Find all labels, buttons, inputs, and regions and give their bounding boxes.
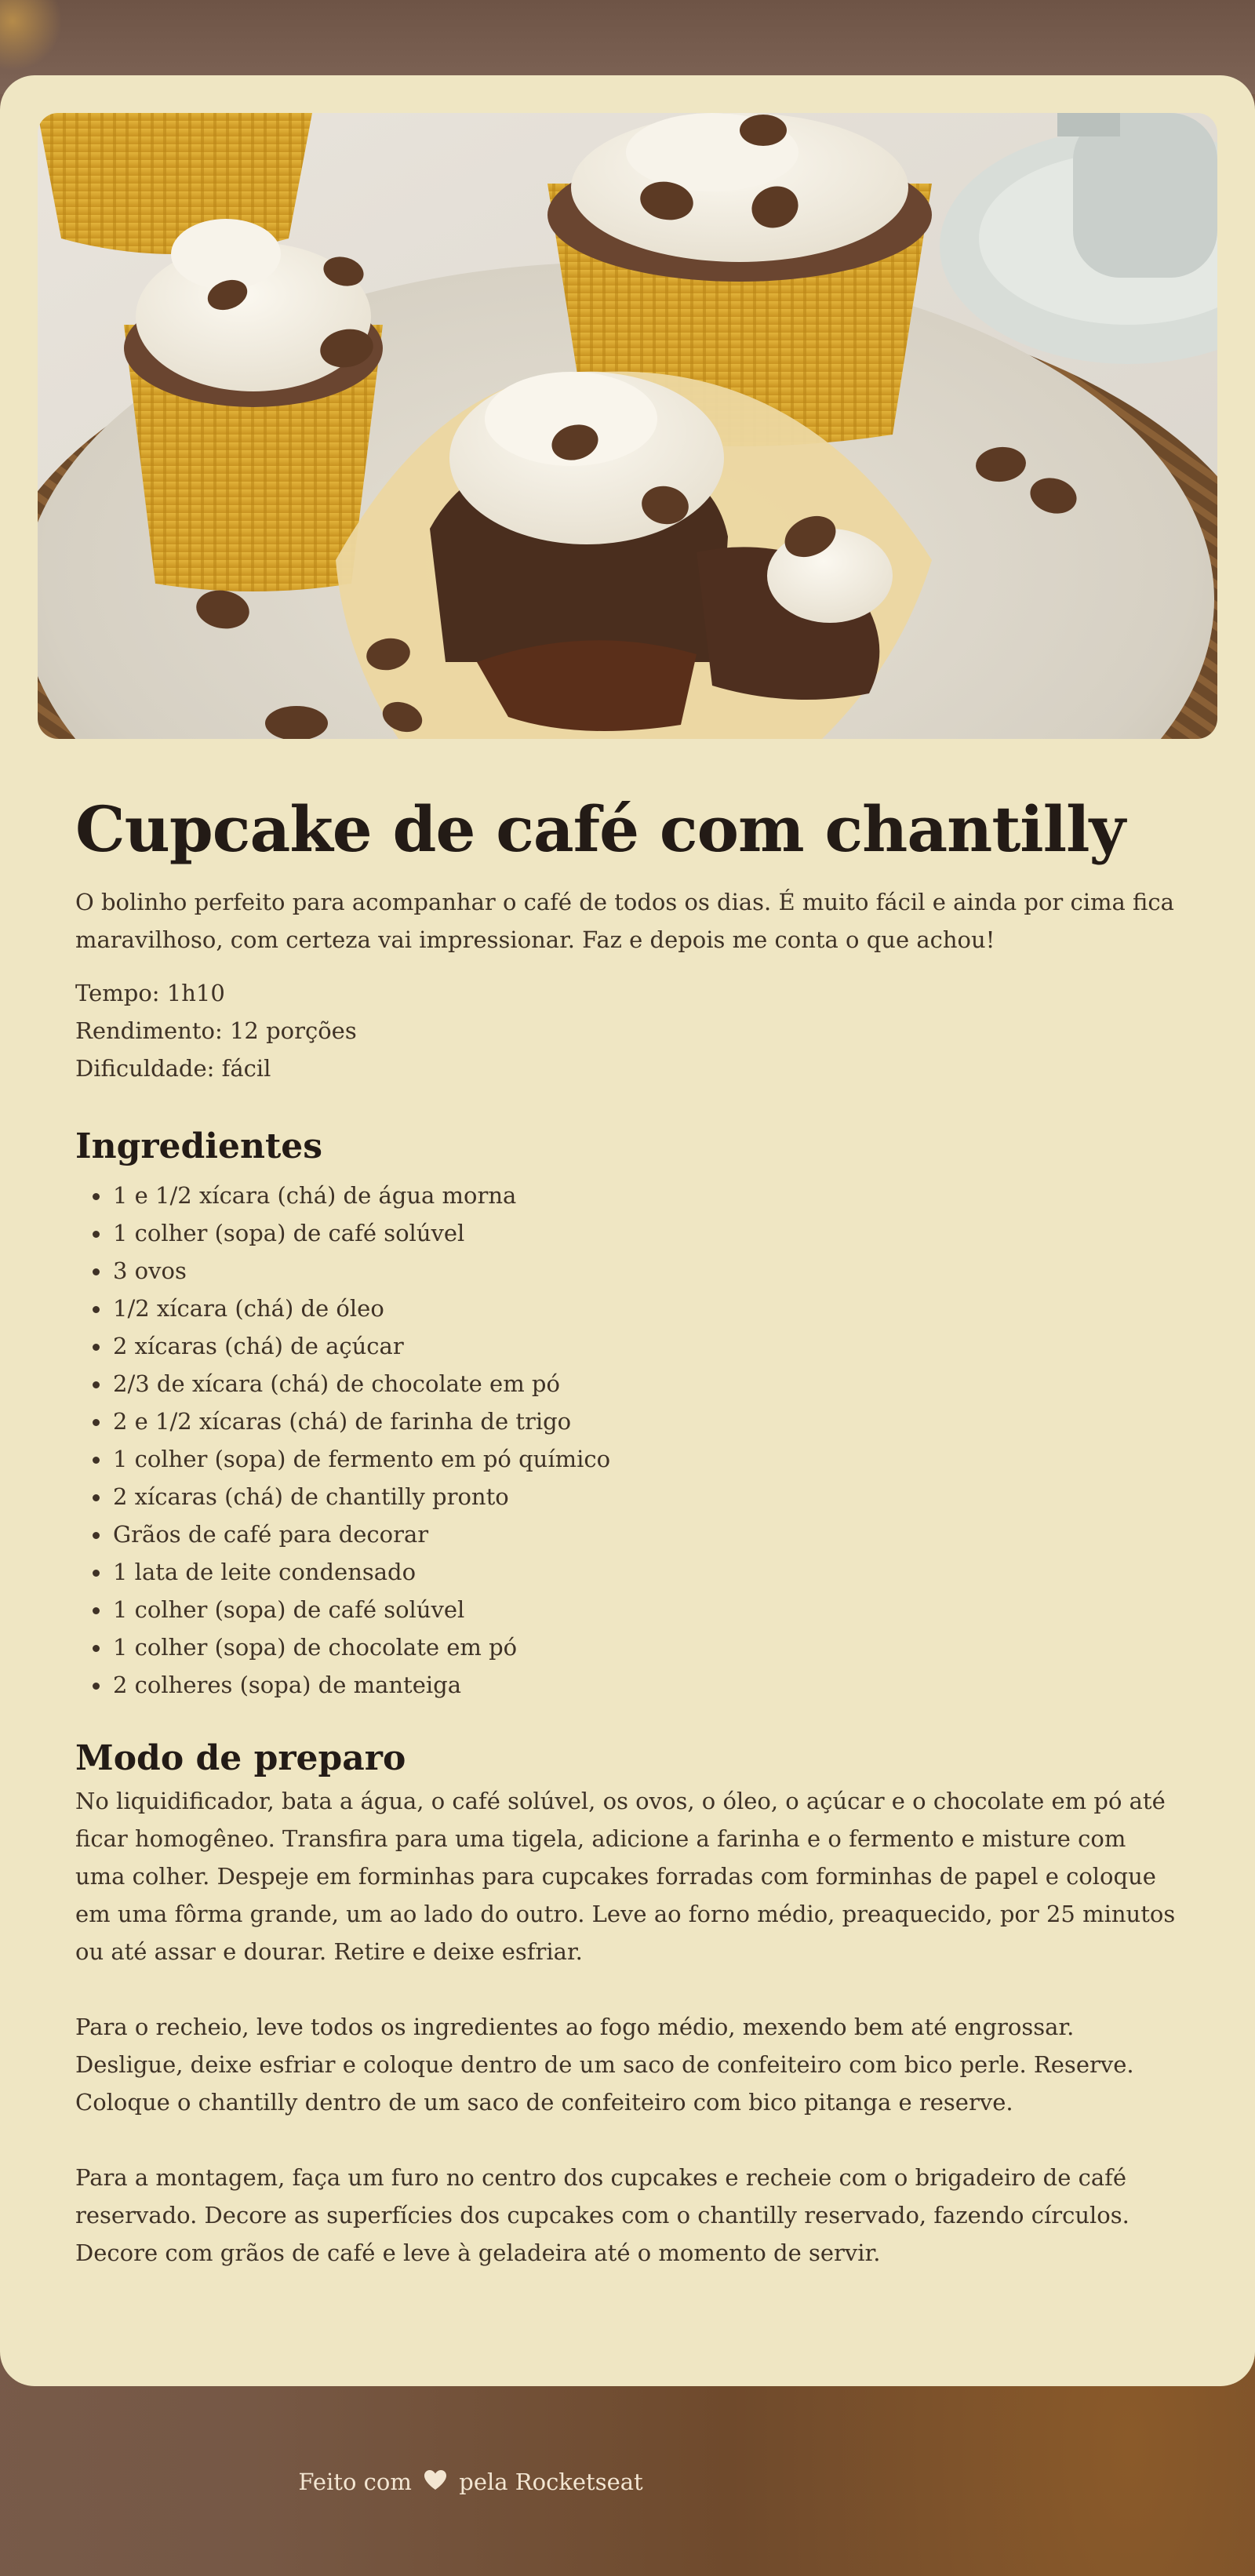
ingredient-item: 1 colher (sopa) de chocolate em pó xyxy=(75,1628,1181,1666)
ingredients-list: 1 e 1/2 xícara (chá) de água morna 1 col… xyxy=(75,1177,1181,1704)
footer-by: pela Rocketseat xyxy=(459,2469,643,2495)
ingredient-item: Grãos de café para decorar xyxy=(75,1515,1181,1553)
preparation-heading: Modo de preparo xyxy=(75,1738,406,1778)
recipe-title: Cupcake de café com chantilly xyxy=(75,792,1126,866)
recipe-meta: Tempo: 1h10 Rendimento: 12 porções Dific… xyxy=(75,974,1181,1087)
preparation-step: Para a montagem, faça um furo no centro … xyxy=(75,2164,1130,2266)
preparation-step: No liquidificador, bata a água, o café s… xyxy=(75,1788,1176,1965)
recipe-description: O bolinho perfeito para acompanhar o caf… xyxy=(75,889,1174,953)
ingredient-item: 1 colher (sopa) de café solúvel xyxy=(75,1591,1181,1628)
ingredient-item: 2 xícaras (chá) de chantilly pronto xyxy=(75,1478,1181,1515)
preparation-step: Para o recheio, leve todos os ingredient… xyxy=(75,2014,1134,2116)
heart-icon xyxy=(424,2465,447,2502)
preparation-steps: No liquidificador, bata a água, o café s… xyxy=(75,1782,1181,2272)
ingredient-item: 1 lata de leite condensado xyxy=(75,1553,1181,1591)
ingredient-item: 1 colher (sopa) de café solúvel xyxy=(75,1214,1181,1252)
recipe-content: Cupcake de café com chantilly O bolinho … xyxy=(75,786,1181,2309)
background-corner-blur xyxy=(0,0,63,71)
ingredient-item: 2 colheres (sopa) de manteiga xyxy=(75,1666,1181,1704)
ingredients-heading: Ingredientes xyxy=(75,1126,323,1166)
recipe-time: Tempo: 1h10 xyxy=(75,980,225,1006)
cupcakes-photo xyxy=(38,113,1217,739)
recipe-difficulty: Dificuldade: fácil xyxy=(75,1055,271,1082)
page-footer: Feito com pela Rocketseat xyxy=(0,2463,941,2502)
ingredient-item: 2/3 de xícara (chá) de chocolate em pó xyxy=(75,1365,1181,1403)
ingredient-item: 1 e 1/2 xícara (chá) de água morna xyxy=(75,1177,1181,1214)
ingredient-item: 1 colher (sopa) de fermento em pó químic… xyxy=(75,1440,1181,1478)
recipe-yield: Rendimento: 12 porções xyxy=(75,1017,357,1044)
ingredient-item: 2 xícaras (chá) de açúcar xyxy=(75,1327,1181,1365)
footer-made-with: Feito com xyxy=(298,2469,412,2495)
recipe-card: Cupcake de café com chantilly O bolinho … xyxy=(0,75,1255,2386)
ingredient-item: 1/2 xícara (chá) de óleo xyxy=(75,1290,1181,1327)
ingredient-item: 3 ovos xyxy=(75,1252,1181,1290)
recipe-hero-image xyxy=(38,113,1217,739)
ingredient-item: 2 e 1/2 xícaras (chá) de farinha de trig… xyxy=(75,1403,1181,1440)
